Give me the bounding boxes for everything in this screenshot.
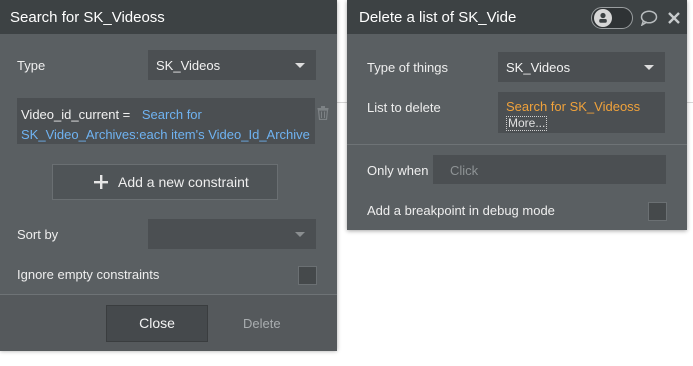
ignore-empty-label: Ignore empty constraints: [17, 267, 160, 282]
type-dropdown-value: SK_Videos: [156, 58, 221, 73]
trash-icon[interactable]: [317, 106, 329, 120]
plus-icon: [94, 175, 108, 189]
only-when-field[interactable]: Click: [433, 155, 666, 184]
chevron-down-icon: [295, 232, 305, 237]
type-dropdown[interactable]: SK_Videos: [148, 50, 316, 80]
constraint-row[interactable]: Video_id_current = Search for SK_Video_A…: [17, 98, 315, 144]
ignore-empty-checkbox[interactable]: [298, 266, 317, 285]
add-constraint-label: Add a new constraint: [118, 174, 249, 190]
list-to-delete-value[interactable]: Search for SK_Videoss: [506, 99, 640, 114]
type-of-things-value: SK_Videos: [506, 60, 571, 75]
action-panel-title: Delete a list of SK_Videos: [359, 9, 517, 26]
breakpoint-label: Add a breakpoint in debug mode: [367, 203, 555, 218]
search-panel-title: Search for SK_Videoss: [10, 9, 165, 26]
list-to-delete-label: List to delete: [367, 100, 441, 115]
constraint-field[interactable]: Video_id_current =: [21, 107, 130, 122]
debug-toggle-icon[interactable]: [591, 7, 633, 29]
more-link[interactable]: More...: [506, 116, 548, 131]
add-constraint-button[interactable]: Add a new constraint: [52, 164, 278, 200]
sort-by-label: Sort by: [17, 227, 59, 242]
sort-by-dropdown[interactable]: [148, 219, 316, 249]
search-panel-header: Search for SK_Videoss: [0, 0, 337, 34]
type-of-things-dropdown[interactable]: SK_Videos: [498, 52, 665, 82]
breakpoint-checkbox[interactable]: [648, 202, 667, 221]
constraint-value-part2[interactable]: SK_Video_Archives:each item's Video_Id_A…: [21, 127, 310, 142]
chevron-down-icon: [644, 65, 654, 70]
type-label: Type: [17, 58, 46, 73]
comment-icon[interactable]: [640, 10, 658, 26]
action-panel-header: Delete a list of SK_Videos: [347, 0, 687, 34]
constraint-value-part1[interactable]: Search for: [142, 107, 202, 122]
user-icon: [599, 12, 607, 23]
only-when-placeholder: Click: [450, 163, 479, 178]
action-divider: [347, 144, 687, 145]
list-to-delete-field[interactable]: Search for SK_Videoss More...: [498, 92, 665, 133]
search-panel-footer: Close Delete: [0, 294, 337, 351]
type-of-things-label: Type of things: [367, 60, 448, 75]
only-when-label: Only when: [367, 163, 429, 178]
action-editor-panel: Delete a list of SK_Videos Type of thing…: [347, 0, 687, 230]
close-button-label: Close: [139, 315, 175, 331]
close-button[interactable]: Close: [106, 305, 208, 342]
close-icon[interactable]: [668, 12, 680, 24]
search-editor-panel: Search for SK_Videoss Type SK_Videos Vid…: [0, 0, 337, 351]
chevron-down-icon: [295, 63, 305, 68]
delete-button[interactable]: Delete: [243, 316, 281, 331]
